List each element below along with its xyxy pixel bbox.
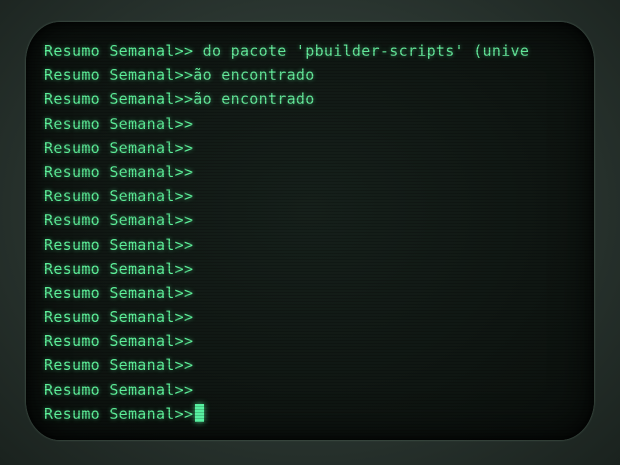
terminal-line-text: ão encontrado [193, 66, 315, 85]
terminal-prompt: Resumo Semanal>> [44, 356, 194, 375]
terminal-line: Resumo Semanal>> [44, 136, 529, 160]
terminal-prompt: Resumo Semanal>> [44, 332, 194, 351]
terminal-prompt: Resumo Semanal>> [44, 380, 194, 399]
terminal-prompt: Resumo Semanal>> [44, 211, 194, 230]
terminal-prompt: Resumo Semanal>> [44, 235, 194, 254]
text-cursor [195, 403, 205, 422]
terminal-prompt: Resumo Semanal>> [44, 404, 194, 423]
terminal-prompt: Resumo Semanal>> [44, 66, 194, 85]
monitor-bezel: Resumo Semanal>> do pacote 'pbuilder-scr… [0, 0, 620, 465]
terminal-line-text: ão encontrado [193, 90, 315, 109]
terminal-line: Resumo Semanal>> [44, 305, 529, 329]
terminal-line-text: do pacote 'pbuilder-scripts' (unive [193, 42, 530, 60]
terminal-prompt: Resumo Semanal>> [44, 90, 194, 109]
terminal-prompt: Resumo Semanal>> [44, 308, 194, 327]
terminal-line: Resumo Semanal>> [44, 257, 529, 281]
terminal-line: Resumo Semanal>> [44, 281, 529, 305]
terminal-prompt: Resumo Semanal>> [44, 42, 194, 60]
terminal-line: Resumo Semanal>>ão encontrado [44, 87, 529, 111]
terminal-line: Resumo Semanal>> [44, 184, 529, 208]
terminal-line: Resumo Semanal>> [44, 329, 529, 353]
terminal-line: Resumo Semanal>> [44, 112, 529, 136]
terminal-prompt: Resumo Semanal>> [44, 283, 194, 302]
terminal-prompt: Resumo Semanal>> [44, 114, 194, 133]
terminal-line: Resumo Semanal>>ão encontrado [44, 63, 529, 87]
terminal-output: Resumo Semanal>> do pacote 'pbuilder-scr… [44, 39, 529, 426]
terminal-line: Resumo Semanal>> [44, 233, 529, 257]
terminal-prompt: Resumo Semanal>> [44, 162, 194, 181]
terminal-line: Resumo Semanal>> [44, 353, 529, 377]
terminal-prompt: Resumo Semanal>> [44, 138, 194, 157]
terminal-line: Resumo Semanal>> do pacote 'pbuilder-scr… [44, 39, 529, 63]
terminal-prompt: Resumo Semanal>> [44, 187, 194, 206]
terminal-line: Resumo Semanal>> [44, 160, 529, 184]
crt-screen[interactable]: Resumo Semanal>> do pacote 'pbuilder-scr… [26, 22, 594, 440]
terminal-prompt: Resumo Semanal>> [44, 259, 194, 278]
terminal-input-line[interactable]: Resumo Semanal>> [44, 402, 529, 426]
terminal-line: Resumo Semanal>> [44, 378, 529, 402]
terminal-line: Resumo Semanal>> [44, 208, 529, 232]
